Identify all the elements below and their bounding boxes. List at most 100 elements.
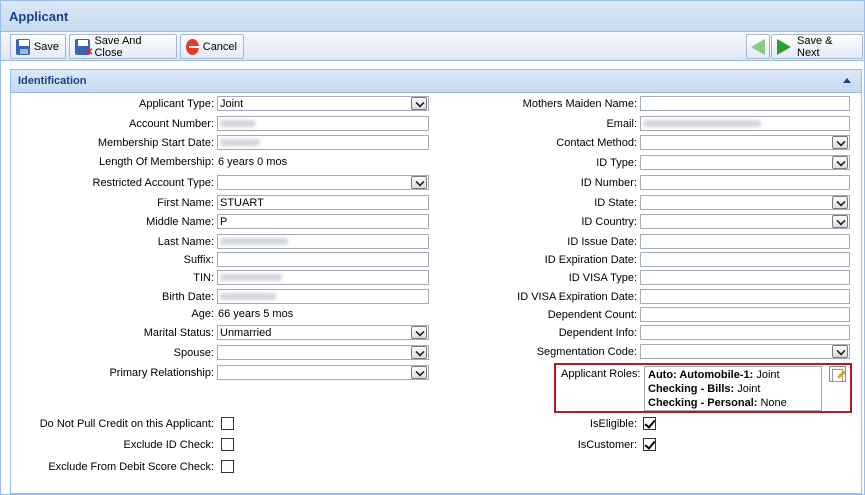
- id-country-select[interactable]: [640, 214, 850, 229]
- applicant-type-select[interactable]: Joint: [217, 96, 429, 111]
- mothers-maiden-name-field[interactable]: [640, 96, 850, 111]
- do-not-pull-credit-label: Do Not Pull Credit on this Applicant:: [39, 418, 214, 430]
- dependent-info-field[interactable]: [640, 325, 850, 340]
- applicant-window: Applicant Save Save And Close Cancel Sav…: [0, 0, 865, 495]
- cancel-label: Cancel: [202, 40, 237, 53]
- chevron-down-icon[interactable]: [832, 156, 848, 169]
- suffix-field[interactable]: [217, 252, 429, 267]
- restricted-account-type-label: Restricted Account Type:: [92, 177, 214, 189]
- applicant-roles-list[interactable]: Auto: Automobile-1: Joint Checking - Bil…: [644, 366, 822, 411]
- applicant-roles-label: Applicant Roles:: [561, 368, 641, 380]
- exclude-id-check-checkbox[interactable]: [221, 438, 234, 451]
- age-label: Age:: [191, 308, 214, 320]
- birth-date-label: Birth Date:: [162, 291, 214, 303]
- save-and-next-button[interactable]: Save & Next: [771, 34, 863, 59]
- dependent-info-label: Dependent Info:: [558, 327, 637, 339]
- dependent-count-label: Dependent Count:: [547, 309, 637, 321]
- previous-button[interactable]: [746, 34, 770, 59]
- contact-method-label: Contact Method:: [556, 137, 637, 149]
- id-country-label: ID Country:: [581, 216, 637, 228]
- is-customer-checkbox[interactable]: [643, 438, 656, 451]
- role-name: Checking - Personal:: [648, 397, 758, 409]
- marital-status-select[interactable]: Unmarried: [217, 325, 429, 340]
- marital-status-label: Marital Status:: [143, 327, 214, 339]
- id-expiration-date-label: ID Expiration Date:: [544, 254, 637, 266]
- id-visa-type-label: ID VISA Type:: [568, 272, 637, 284]
- do-not-pull-credit-checkbox[interactable]: [221, 417, 234, 430]
- birth-date-field[interactable]: [217, 289, 429, 304]
- chevron-down-icon[interactable]: [832, 136, 848, 149]
- marital-status-value: Unmarried: [220, 327, 272, 339]
- id-number-label: ID Number:: [580, 177, 637, 189]
- id-issue-date-field[interactable]: [640, 234, 850, 249]
- age-value: 66 years 5 mos: [218, 308, 294, 320]
- length-of-membership-value: 6 years 0 mos: [218, 156, 288, 168]
- exclude-debit-score-checkbox[interactable]: [221, 460, 234, 473]
- contact-method-select[interactable]: [640, 135, 850, 150]
- is-customer-label: IsCustomer:: [577, 439, 637, 451]
- mothers-maiden-name-label: Mothers Maiden Name:: [522, 98, 637, 110]
- chevron-down-icon[interactable]: [832, 345, 848, 358]
- id-expiration-date-field[interactable]: [640, 252, 850, 267]
- suffix-label: Suffix:: [183, 254, 214, 266]
- window-title: Applicant: [1, 1, 864, 32]
- primary-relationship-select[interactable]: [217, 365, 429, 380]
- id-visa-type-field[interactable]: [640, 270, 850, 285]
- save-button[interactable]: Save: [10, 34, 66, 59]
- dependent-count-field[interactable]: [640, 307, 850, 322]
- account-number-field[interactable]: [217, 116, 429, 131]
- id-number-field[interactable]: [640, 175, 850, 190]
- role-value: Joint: [756, 369, 780, 381]
- arrow-right-icon: [777, 38, 791, 55]
- save-close-icon: [75, 38, 94, 58]
- id-state-label: ID State:: [594, 197, 637, 209]
- role-item: Checking - Personal: None: [648, 396, 818, 410]
- arrow-left-icon: [751, 38, 765, 55]
- is-eligible-checkbox[interactable]: [643, 417, 656, 430]
- email-field[interactable]: [640, 116, 850, 131]
- toolbar: Save Save And Close Cancel Save & Next: [1, 32, 864, 61]
- exclude-debit-score-label: Exclude From Debit Score Check:: [48, 461, 214, 473]
- exclude-id-check-label: Exclude ID Check:: [123, 439, 214, 451]
- identification-header[interactable]: Identification: [11, 70, 861, 93]
- primary-relationship-label: Primary Relationship:: [109, 367, 214, 379]
- role-item: Auto: Automobile-1: Joint: [648, 368, 818, 382]
- id-visa-expiration-date-label: ID VISA Expiration Date:: [517, 291, 637, 303]
- role-value: Joint: [737, 383, 761, 395]
- account-number-label: Account Number:: [129, 118, 214, 130]
- segmentation-code-select[interactable]: [640, 344, 850, 359]
- membership-start-field[interactable]: [217, 135, 429, 150]
- applicant-type-label: Applicant Type:: [138, 98, 214, 110]
- collapse-icon[interactable]: [843, 78, 851, 83]
- chevron-down-icon[interactable]: [832, 196, 848, 209]
- last-name-field[interactable]: [217, 234, 429, 249]
- spouse-label: Spouse:: [173, 347, 214, 359]
- applicant-type-value: Joint: [220, 98, 244, 110]
- length-of-membership-label: Length Of Membership:: [99, 156, 214, 168]
- spouse-select[interactable]: [217, 345, 429, 360]
- last-name-label: Last Name:: [157, 236, 214, 248]
- role-value: None: [760, 397, 787, 409]
- email-label: Email:: [606, 118, 637, 130]
- role-item: Checking - Bills: Joint: [648, 382, 818, 396]
- cancel-button[interactable]: Cancel: [180, 34, 244, 59]
- tin-field[interactable]: [217, 270, 429, 285]
- chevron-down-icon[interactable]: [832, 215, 848, 228]
- id-type-select[interactable]: [640, 155, 850, 170]
- id-type-label: ID Type:: [596, 157, 637, 169]
- id-issue-date-label: ID Issue Date:: [567, 236, 637, 248]
- first-name-label: First Name:: [157, 197, 214, 209]
- id-visa-expiration-date-field[interactable]: [640, 289, 850, 304]
- first-name-field[interactable]: STUART: [217, 195, 429, 210]
- save-next-label: Save & Next: [797, 34, 833, 59]
- segmentation-code-label: Segmentation Code:: [536, 346, 637, 358]
- cancel-icon: [186, 38, 199, 55]
- middle-name-label: Middle Name:: [146, 216, 214, 228]
- edit-roles-icon[interactable]: [829, 366, 846, 382]
- save-label: Save: [33, 40, 59, 53]
- id-state-select[interactable]: [640, 195, 850, 210]
- restricted-account-type-select[interactable]: [217, 175, 429, 190]
- save-and-close-button[interactable]: Save And Close: [69, 34, 177, 59]
- middle-name-field[interactable]: P: [217, 214, 429, 229]
- chevron-down-icon[interactable]: [411, 366, 427, 379]
